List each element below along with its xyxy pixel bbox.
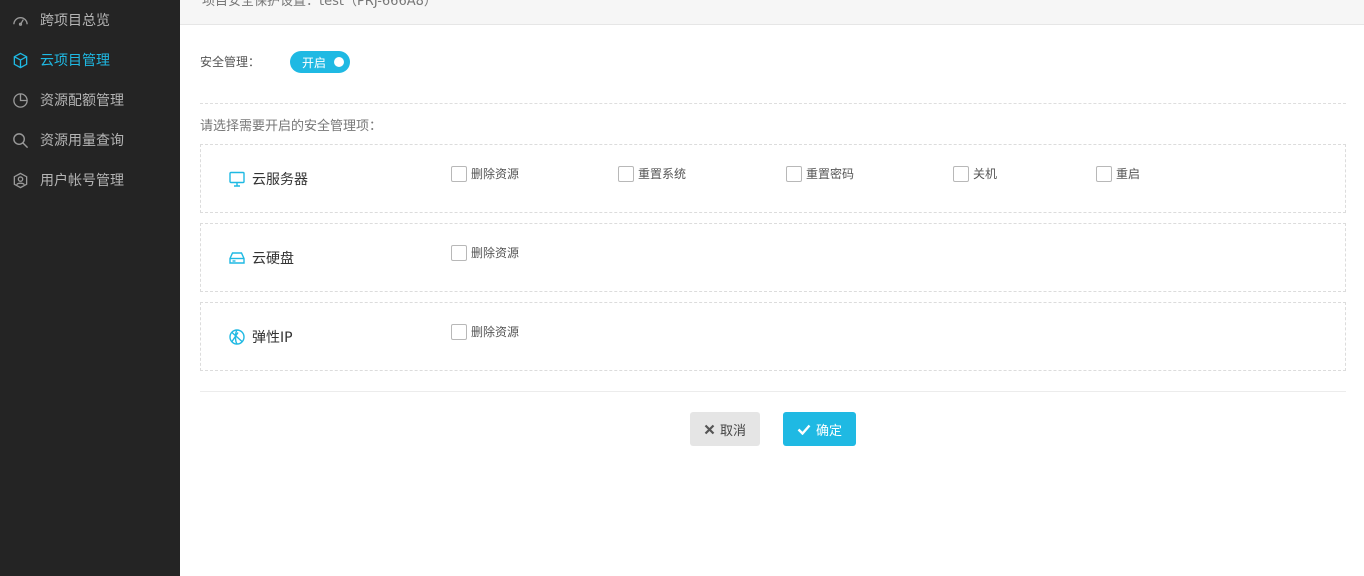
sidebar-item-label: 资源用量查询 [40,133,124,149]
user-icon [11,171,29,189]
resource-name: 云硬盘 [252,250,294,267]
confirm-label: 确定 [815,423,842,439]
sidebar-item-label: 云项目管理 [40,53,110,69]
sidebar-item-users[interactable]: 用户帐号管理 [0,160,180,200]
sidebar-item-usage[interactable]: 资源用量查询 [0,120,180,160]
sidebar-item-label: 资源配额管理 [40,93,124,109]
search-icon [11,131,29,149]
checkbox[interactable] [451,244,467,261]
main-content: 安全管理： 开启 请选择需要开启的安全管理项： 云服务器 删除资源 重置系统 重… [180,25,1364,576]
sidebar-item-overview[interactable]: 跨项目总览 [0,0,180,40]
cancel-button[interactable]: 取消 [690,412,760,446]
option-restart[interactable]: 重启 [1096,165,1140,182]
security-toggle[interactable]: 开启 [290,51,350,73]
option-label: 关机 [973,167,998,181]
option-delete-resource[interactable]: 删除资源 [451,323,519,340]
checkbox[interactable] [451,165,467,182]
option-delete-resource[interactable]: 删除资源 [451,165,519,182]
resource-panel-disk: 云硬盘 删除资源 [200,223,1346,292]
sidebar-item-cloud-projects[interactable]: 云项目管理 [0,40,180,80]
confirm-button[interactable]: 确定 [783,412,856,446]
toggle-text: 开启 [302,56,327,70]
toggle-knob [334,57,344,67]
checkbox[interactable] [786,165,802,182]
page-header: 项目安全保护设置：test（PRJ-666A8） [180,0,1364,25]
monitor-icon [229,171,245,187]
option-label: 删除资源 [471,325,520,339]
option-reset-system[interactable]: 重置系统 [618,165,686,182]
option-label: 删除资源 [471,246,520,260]
sidebar-item-label: 跨项目总览 [40,13,110,29]
sidebar: 跨项目总览 云项目管理 资源配额管理 资源用量查询 用户帐号管理 [0,0,180,576]
resource-name: 弹性IP [252,329,293,346]
option-delete-resource[interactable]: 删除资源 [451,244,519,261]
resource-header: 云硬盘 [228,224,294,291]
hard-disk-icon [229,251,245,264]
option-label: 删除资源 [471,167,520,181]
divider [200,391,1346,392]
option-label: 重置系统 [638,167,687,181]
divider [200,103,1346,104]
option-shutdown[interactable]: 关机 [953,165,997,182]
pie-chart-icon [11,91,29,109]
checkbox[interactable] [618,165,634,182]
dashboard-icon [11,11,29,29]
resource-panel-server: 云服务器 删除资源 重置系统 重置密码 关机 重启 [200,144,1346,213]
option-label: 重启 [1116,167,1141,181]
option-reset-password[interactable]: 重置密码 [786,165,854,182]
cube-icon [11,51,29,69]
resource-name: 云服务器 [252,171,308,188]
sidebar-item-label: 用户帐号管理 [40,173,124,189]
security-label: 安全管理： [200,55,261,69]
sidebar-item-quota[interactable]: 资源配额管理 [0,80,180,120]
option-label: 重置密码 [806,167,855,181]
checkbox[interactable] [953,165,969,182]
check-icon [797,424,811,435]
close-icon [704,424,715,435]
resource-panel-eip: 弹性IP 删除资源 [200,302,1346,371]
checkbox[interactable] [451,323,467,340]
resource-header: 弹性IP [228,303,293,370]
section-title: 请选择需要开启的安全管理项： [200,119,383,134]
resource-header: 云服务器 [228,145,308,212]
cancel-label: 取消 [719,423,746,439]
checkbox[interactable] [1096,165,1112,182]
network-icon [229,328,245,345]
page-title: 项目安全保护设置：test（PRJ-666A8） [202,0,437,9]
